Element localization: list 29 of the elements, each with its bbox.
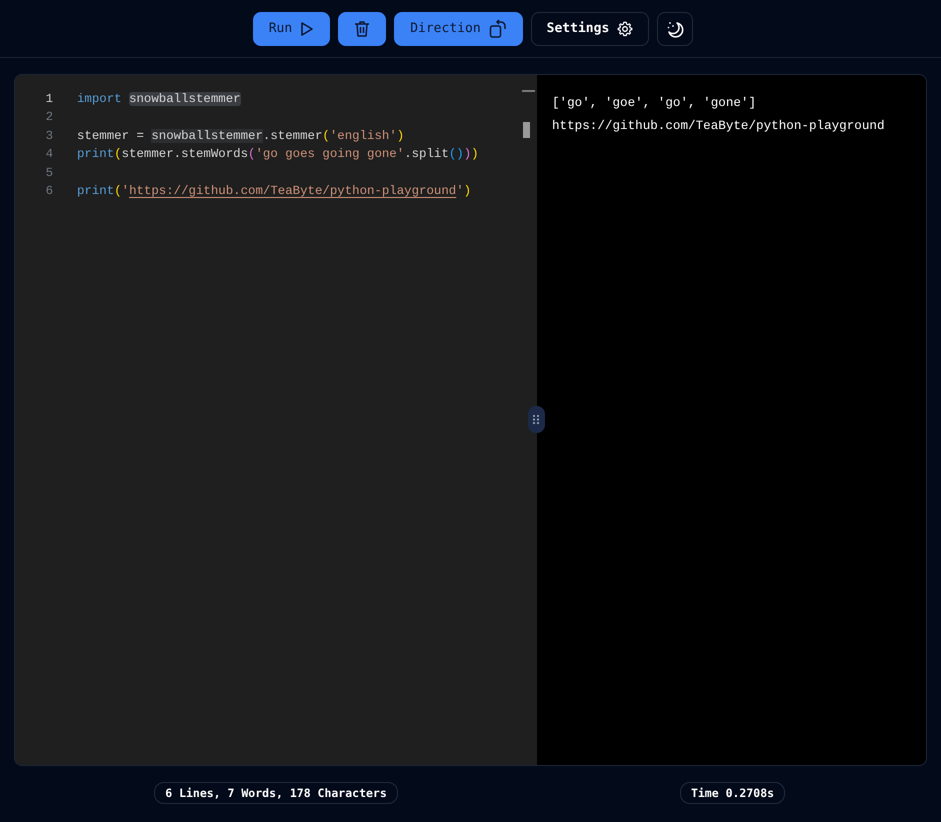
line-number: 4 xyxy=(44,146,53,164)
play-icon xyxy=(300,20,314,36)
moon-icon xyxy=(666,20,684,38)
line-number: 5 xyxy=(44,164,53,182)
output-line: https://github.com/TeaByte/python-playground xyxy=(552,118,886,135)
trash-icon xyxy=(354,20,370,38)
line-number: 3 xyxy=(44,128,53,145)
run-time: Time 0.2708s xyxy=(680,782,786,804)
code-line: print('https://github.com/TeaByte/python-playground') xyxy=(77,182,472,200)
theme-button[interactable] xyxy=(657,12,694,46)
resize-handle[interactable] xyxy=(528,406,545,433)
direction-button[interactable]: Direction xyxy=(394,12,523,46)
run-button[interactable]: Run xyxy=(252,12,330,46)
line-number: 1 xyxy=(44,91,53,108)
settings-icon xyxy=(617,20,634,36)
code-editor[interactable]: 1 import snowballstemmer 2 3 stemmer = snowballstemmer.stemmer('english') 4 print(stemmer.stemWords('go goes going gone'.split())) 5 6 print('https://github.com/TeaByte/python-playground') xyxy=(15,75,537,765)
line-number: 6 xyxy=(44,182,53,200)
rotate-icon xyxy=(488,18,507,38)
code-line: stemmer = snowballstemmer.stemmer('english') xyxy=(77,128,404,145)
grip-icon xyxy=(533,415,540,424)
scrollbar-marker xyxy=(522,90,535,92)
line-number: 2 xyxy=(44,109,53,126)
scrollbar-thumb[interactable] xyxy=(523,122,530,138)
code-line: import snowballstemmer xyxy=(77,91,241,108)
settings-button[interactable]: Settings xyxy=(530,12,650,46)
code-line: print(stemmer.stemWords('go goes going gone'.split())) xyxy=(77,146,479,164)
editor-stats: 6 Lines, 7 Words, 178 Characters xyxy=(154,782,398,804)
clear-button[interactable] xyxy=(338,12,386,46)
output-line: ['go', 'goe', 'go', 'gone'] xyxy=(552,95,758,112)
